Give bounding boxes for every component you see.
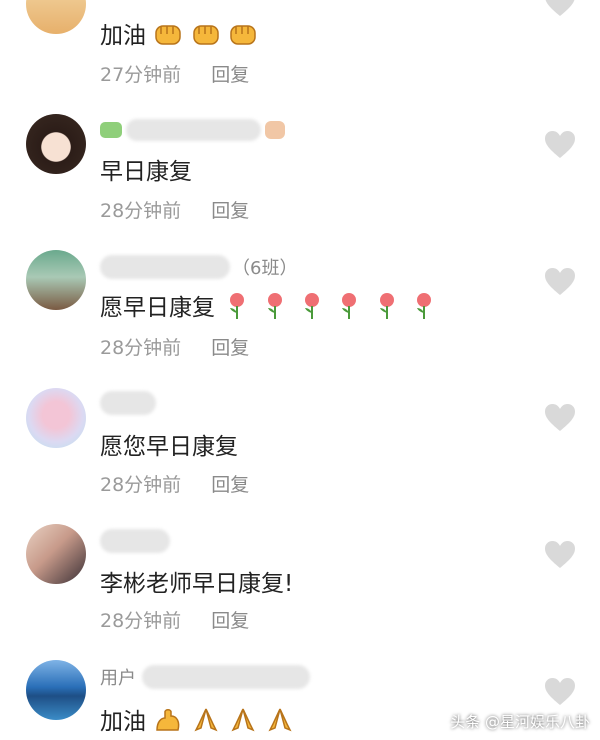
dragon-emoji bbox=[100, 122, 122, 138]
comment-meta: 28分钟前 回复 bbox=[100, 196, 249, 223]
avatar[interactable] bbox=[26, 660, 86, 720]
watermark: 头条 @星河娱乐八卦 bbox=[450, 713, 590, 731]
comment-text: 愿您早日康复 bbox=[100, 434, 238, 460]
flexed-biceps-emoji bbox=[153, 706, 183, 740]
username-prefix: 用户 bbox=[100, 668, 136, 689]
comment-time: 27分钟前 bbox=[100, 64, 182, 86]
like-heart-icon[interactable] bbox=[544, 403, 576, 433]
comment-meta: 28分钟前 回复 bbox=[100, 333, 249, 360]
like-heart-icon[interactable] bbox=[544, 540, 576, 570]
username[interactable] bbox=[100, 390, 156, 416]
rose-emoji bbox=[334, 291, 364, 327]
username[interactable] bbox=[100, 528, 170, 554]
comment-meta: 28分钟前 回复 bbox=[100, 470, 249, 497]
comment-time: 28分钟前 bbox=[100, 337, 182, 359]
praying-hands-emoji bbox=[191, 706, 221, 740]
comment-text: 早日康复 bbox=[100, 159, 192, 185]
rose-emoji bbox=[222, 291, 252, 327]
reply-button[interactable]: 回复 bbox=[211, 64, 249, 86]
username-suffix: （6班） bbox=[232, 258, 298, 279]
rooster-emoji bbox=[265, 121, 285, 139]
reply-button[interactable]: 回复 bbox=[211, 200, 249, 222]
fist-emoji bbox=[228, 20, 258, 54]
fist-emoji bbox=[191, 20, 221, 54]
avatar[interactable] bbox=[26, 114, 86, 174]
rose-emoji bbox=[372, 291, 402, 327]
rose-emoji bbox=[297, 291, 327, 327]
like-heart-icon[interactable] bbox=[544, 677, 576, 707]
reply-button[interactable]: 回复 bbox=[211, 610, 249, 632]
avatar[interactable] bbox=[26, 0, 86, 34]
like-heart-icon[interactable] bbox=[544, 267, 576, 297]
comment-text: 愿早日康复 bbox=[100, 288, 439, 327]
username[interactable]: （6班） bbox=[100, 254, 297, 280]
reply-button[interactable]: 回复 bbox=[211, 474, 249, 496]
comment-meta: 27分钟前 回复 bbox=[100, 60, 249, 87]
praying-hands-emoji bbox=[228, 706, 258, 740]
comment-meta: 28分钟前 回复 bbox=[100, 606, 249, 633]
praying-hands-emoji bbox=[265, 706, 295, 740]
comment-time: 28分钟前 bbox=[100, 200, 182, 222]
avatar[interactable] bbox=[26, 250, 86, 310]
like-heart-icon[interactable] bbox=[544, 0, 576, 18]
avatar[interactable] bbox=[26, 388, 86, 448]
comment-text: 李彬老师早日康复! bbox=[100, 571, 294, 597]
reply-button[interactable]: 回复 bbox=[211, 337, 249, 359]
comment-time: 28分钟前 bbox=[100, 610, 182, 632]
username[interactable] bbox=[100, 117, 285, 143]
username[interactable]: 用户 bbox=[100, 664, 310, 690]
like-heart-icon[interactable] bbox=[544, 130, 576, 160]
rose-emoji bbox=[409, 291, 439, 327]
comment-text: 加油 bbox=[100, 16, 258, 54]
fist-emoji bbox=[153, 20, 183, 54]
avatar[interactable] bbox=[26, 524, 86, 584]
comment-time: 28分钟前 bbox=[100, 474, 182, 496]
rose-emoji bbox=[260, 291, 290, 327]
comment-text: 加油 bbox=[100, 702, 295, 740]
